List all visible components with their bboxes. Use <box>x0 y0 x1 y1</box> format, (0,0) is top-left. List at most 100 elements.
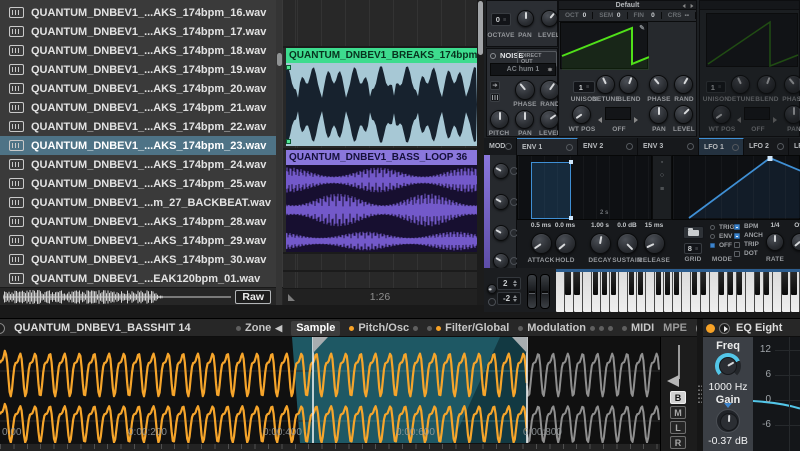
mod-knob-2[interactable] <box>493 194 509 210</box>
piano-key-black[interactable] <box>628 272 634 295</box>
sampler-tab-modulation[interactable]: Modulation <box>518 322 613 334</box>
file-row[interactable]: QUANTUM_DNBEV1_...AKS_174bpm_29.wav <box>0 231 277 250</box>
osc-a-blend-knob[interactable] <box>619 75 638 94</box>
osc-b-unison-box[interactable]: 1 <box>706 81 726 93</box>
pencil-icon[interactable]: ✎ <box>639 24 645 32</box>
mod-amount-ring[interactable] <box>732 143 739 151</box>
piano-key-white[interactable] <box>646 272 656 312</box>
master-knob-1[interactable] <box>487 284 497 294</box>
octave-down-spinner[interactable]: -2 <box>497 292 521 305</box>
sync-option-trip[interactable]: TRIP <box>734 241 759 248</box>
lfo-rate-knob[interactable] <box>766 233 784 251</box>
env1-display[interactable]: 2 s <box>517 155 652 220</box>
decay-knob[interactable] <box>589 233 611 254</box>
piano-key-white[interactable] <box>772 272 782 312</box>
mod-tab-lfo-2[interactable]: LFO 2 <box>744 138 789 155</box>
selector-down-icon[interactable] <box>547 67 553 73</box>
tune-cell-crs[interactable]: CRS -- <box>662 12 696 19</box>
sample-waveform-display[interactable]: 0:00 0:00:200 0:00:400 0:00:600 0:00:800 <box>0 337 660 443</box>
wavetable-prev-icon[interactable] <box>682 3 686 9</box>
piano-key-black[interactable] <box>592 272 598 295</box>
file-row[interactable]: QUANTUM_DNBEV1_...AKS_174bpm_23.wav <box>0 136 277 155</box>
piano-key-black[interactable] <box>664 272 671 295</box>
volume-slider[interactable] <box>678 345 680 379</box>
sync-option-dot[interactable]: DOT <box>734 250 758 257</box>
channel-button-b[interactable]: B <box>670 391 686 404</box>
osc-a-wtpos-knob[interactable] <box>572 105 591 124</box>
noise-oneshot-button[interactable]: ➔ <box>490 81 500 90</box>
piano-key-black[interactable] <box>782 272 788 295</box>
wavetable-next-icon[interactable] <box>690 3 694 9</box>
file-row[interactable]: QUANTUM_DNBEV1_...AKS_174bpm_18.wav <box>0 41 277 60</box>
noise-pan-knob[interactable] <box>515 110 534 129</box>
pitch-wheel[interactable] <box>527 274 537 309</box>
warp-prev-icon[interactable] <box>598 110 602 128</box>
sustain-knob[interactable] <box>616 233 638 254</box>
hold-knob[interactable] <box>554 233 576 254</box>
mod-amount-ring[interactable] <box>566 143 573 151</box>
piano-key-black[interactable] <box>700 272 707 295</box>
warp-prev-icon[interactable] <box>737 110 741 128</box>
channel-button-m[interactable]: M <box>670 406 686 419</box>
osc-a-warp-display[interactable] <box>605 107 631 120</box>
device-on-icon[interactable] <box>706 323 715 333</box>
osc-b-blend-knob[interactable] <box>757 75 776 94</box>
file-row[interactable]: QUANTUM_DNBEV1_...AKS_174bpm_16.wav <box>0 3 277 22</box>
mod-knob-1[interactable] <box>493 163 509 179</box>
tune-cell-sem[interactable]: SEM 0 <box>593 12 628 19</box>
sampler-tab-zone[interactable]: Zone ◀ <box>236 322 282 334</box>
piano-key-white[interactable] <box>556 272 566 312</box>
osc-a-display[interactable]: ✎ <box>560 22 650 70</box>
piano-key-white[interactable] <box>682 272 692 312</box>
piano-key-white[interactable] <box>745 272 755 312</box>
osc-a-phase-knob[interactable] <box>649 75 668 94</box>
file-row[interactable]: QUANTUM_DNBEV1_...AKS_174bpm_25.wav <box>0 174 277 193</box>
master-knob-2[interactable] <box>488 298 496 306</box>
mod-knob-3[interactable] <box>493 225 509 241</box>
sampler-tab-midi[interactable]: MIDI <box>621 322 654 334</box>
mod-tab-env-1[interactable]: ENV 1 <box>517 138 578 155</box>
mod-amount-ring[interactable] <box>777 143 784 150</box>
tune-cell-oct[interactable]: OCT 0 <box>559 12 594 19</box>
tune-cell-fin[interactable]: FIN 0 <box>628 12 662 19</box>
piano-key-black[interactable] <box>737 272 743 295</box>
noise-power-icon[interactable] <box>490 53 496 59</box>
eq-curve-display[interactable]: 12 6 0 -6 <box>753 337 800 451</box>
file-row[interactable]: QUANTUM_DNBEV1_...AKS_174bpm_20.wav <box>0 79 277 98</box>
device-activator-icon[interactable] <box>0 323 5 334</box>
piano-key-black[interactable] <box>791 272 797 295</box>
clip-bass[interactable]: QUANTUM_DNBEV1_BASS_LOOP 36 <box>286 150 477 252</box>
clip-title[interactable]: QUANTUM_DNBEV1_BASS_LOOP 36 <box>286 150 477 165</box>
mod-knob-4[interactable] <box>493 253 509 269</box>
osc-b-display[interactable] <box>706 13 799 68</box>
noise-rand-knob[interactable] <box>540 80 560 100</box>
warp-next-icon[interactable] <box>773 110 777 128</box>
clip-breaks[interactable]: QUANTUM_DNBEV1_BREAKS_174bpm <box>286 48 477 146</box>
mod-tab-lfo-3[interactable]: LFO 3 <box>789 138 800 155</box>
osc-a-detune-knob[interactable] <box>596 75 615 94</box>
mod-amount-ring[interactable] <box>505 143 512 150</box>
osc-b-detune-knob[interactable] <box>731 75 750 94</box>
sampler-tab-sample[interactable]: Sample <box>291 320 341 336</box>
timeline-bar[interactable]: 1:26 <box>283 288 477 305</box>
noise-sample-selector[interactable]: AC hum 1 <box>490 63 556 76</box>
file-row[interactable]: QUANTUM_DNBEV1_...AKS_174bpm_19.wav <box>0 60 277 79</box>
mod-tab-env-2[interactable]: ENV 2 <box>578 138 638 155</box>
preview-play-icon[interactable] <box>719 322 730 334</box>
noise-phase-knob[interactable] <box>515 80 535 100</box>
osc-b-phase-knob[interactable] <box>784 75 800 94</box>
mod-amount-ring[interactable] <box>687 143 694 150</box>
mod-amount-ring[interactable] <box>626 143 633 150</box>
attack-knob[interactable] <box>530 233 552 254</box>
gain-knob[interactable] <box>716 409 740 433</box>
osc-b-wtpos-knob[interactable] <box>712 105 731 124</box>
sampler-tab-mpe[interactable]: MPE <box>663 322 687 334</box>
sub-pan-knob[interactable] <box>517 10 534 27</box>
piano-key-black[interactable] <box>728 272 734 295</box>
noise-keytrack-button[interactable] <box>490 93 500 102</box>
piano-key-black[interactable] <box>601 272 607 295</box>
mod-tab-env-3[interactable]: ENV 3 <box>638 138 699 155</box>
clip-title[interactable]: QUANTUM_DNBEV1_BREAKS_174bpm <box>286 48 477 63</box>
collapse-arrow-icon[interactable]: ◀ <box>275 323 282 334</box>
file-row[interactable]: QUANTUM_DNBEV1_...AKS_174bpm_28.wav <box>0 212 277 231</box>
